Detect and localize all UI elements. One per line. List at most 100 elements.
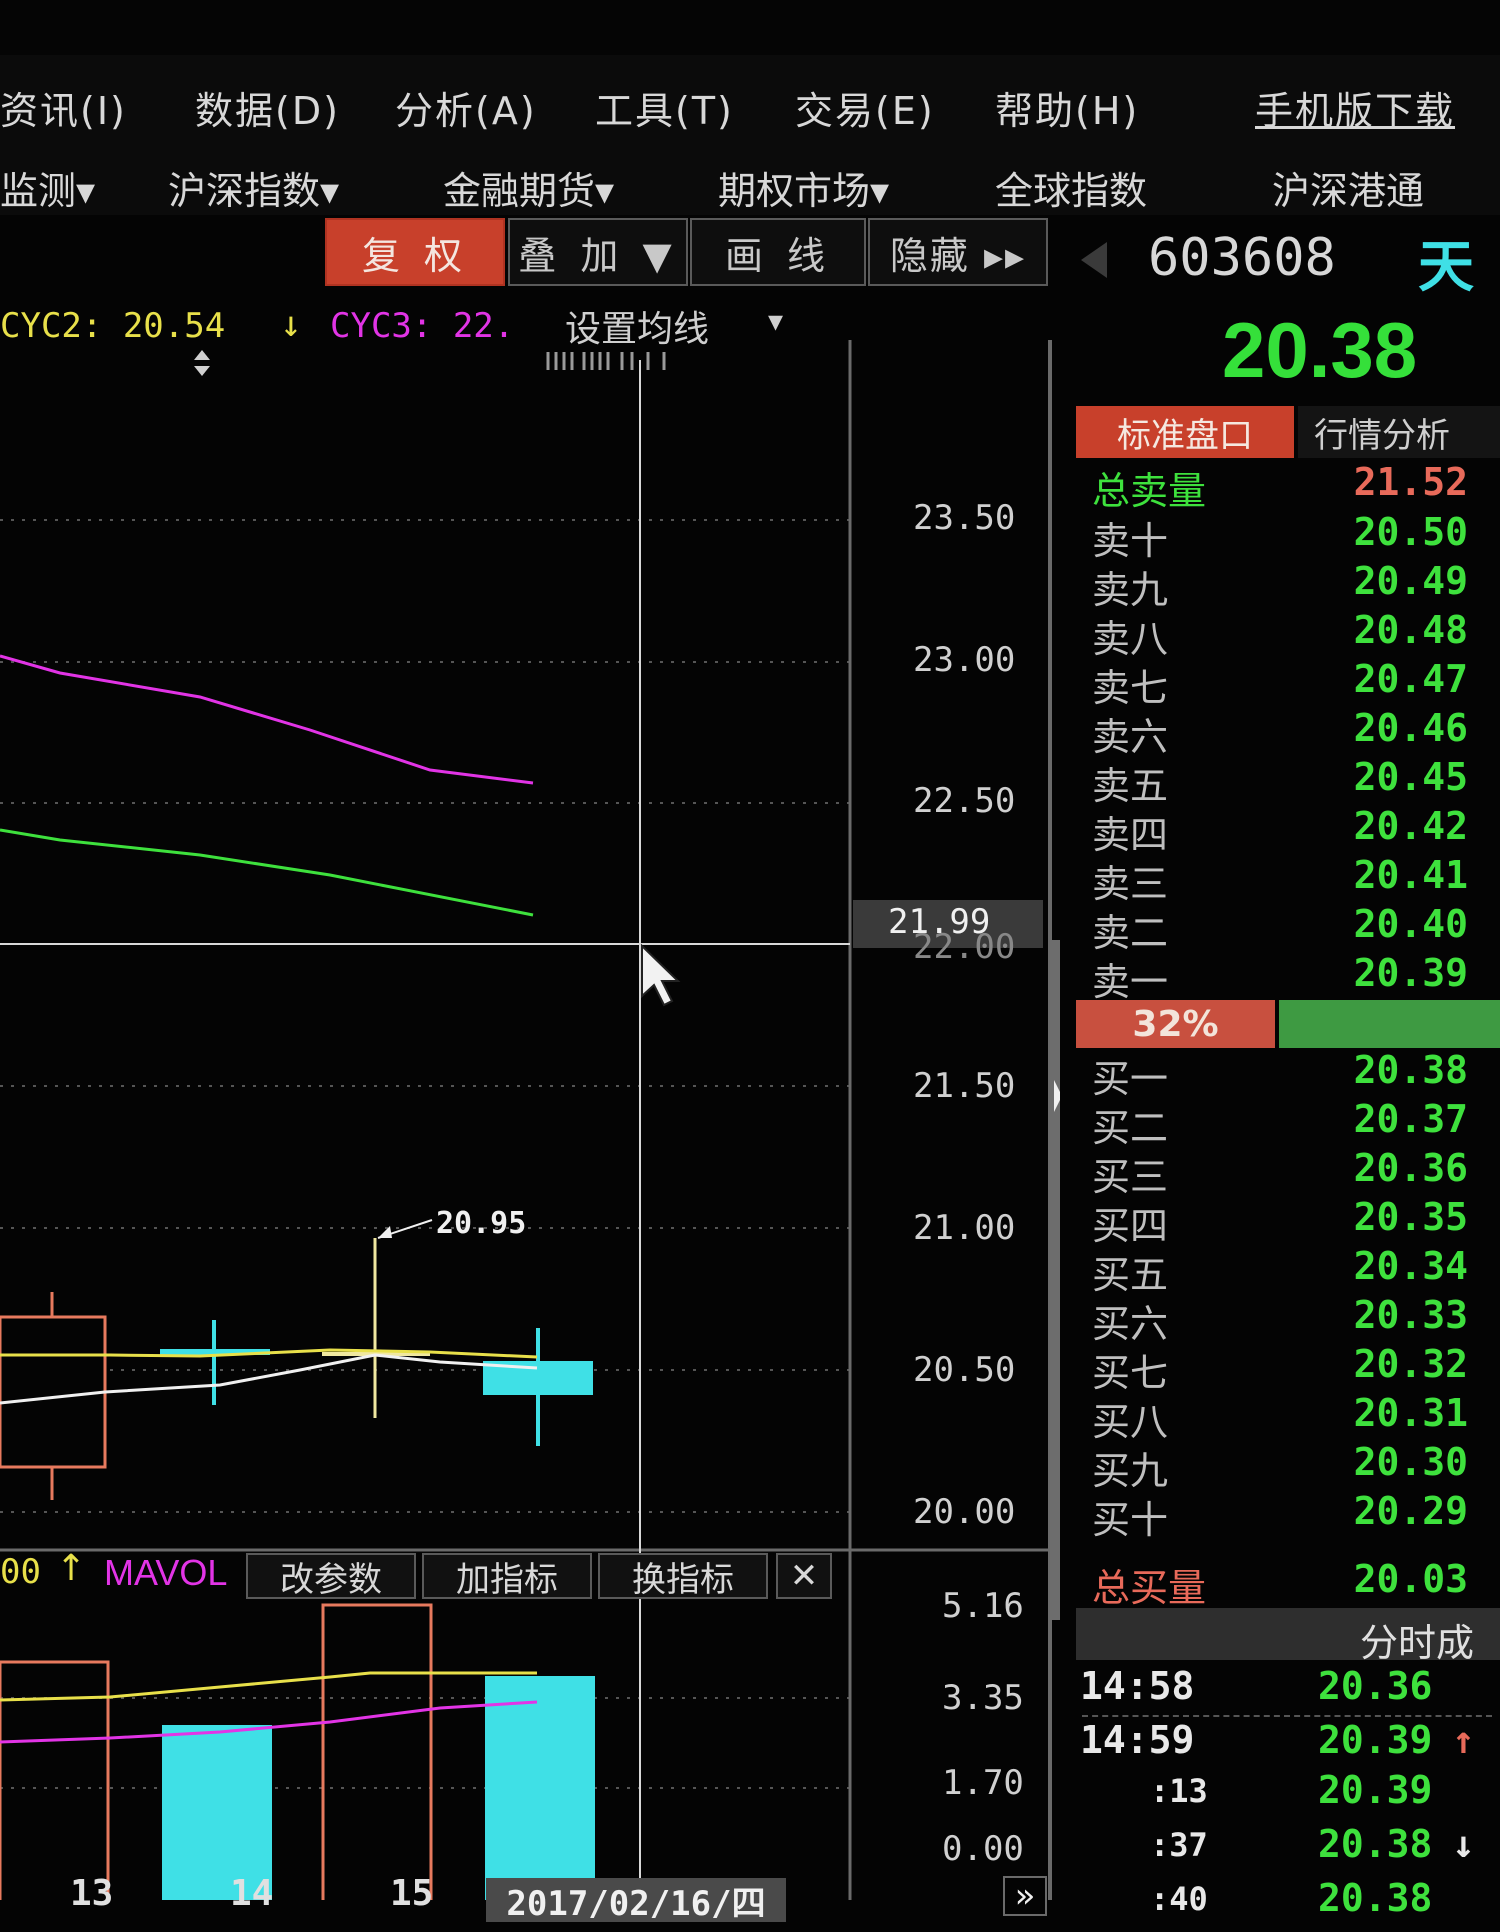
sell-price: 20.47 — [1353, 657, 1468, 701]
tick-price: 20.36 — [1318, 1664, 1433, 1708]
sell-label: 卖一 — [1092, 960, 1169, 1004]
sell-price: 20.45 — [1353, 755, 1468, 799]
sell-7-row[interactable]: 卖七 20.47 — [1092, 657, 1492, 710]
vol-up-arrow-icon: ↑ — [56, 1548, 87, 1589]
prev-stock-icon[interactable] — [1075, 238, 1111, 282]
sell-10-row[interactable]: 卖十 20.50 — [1092, 510, 1492, 563]
buy-label: 买九 — [1092, 1449, 1169, 1493]
tick-time: :37 — [1150, 1826, 1208, 1864]
sell-price: 20.42 — [1353, 804, 1468, 848]
orderbook-tabs: 标准盘口 行情分析 — [1076, 406, 1500, 458]
buy-1-row[interactable]: 买一 20.38 — [1092, 1048, 1492, 1101]
buy-6-row[interactable]: 买六 20.33 — [1092, 1293, 1492, 1346]
buy-4-row[interactable]: 买四 20.35 — [1092, 1195, 1492, 1248]
sell-3-row[interactable]: 卖三 20.41 — [1092, 853, 1492, 906]
buy-3-row[interactable]: 买三 20.36 — [1092, 1146, 1492, 1199]
fuquan-button[interactable]: 复 权 — [325, 218, 505, 286]
ratio-buy-fill — [1279, 1000, 1500, 1048]
buy-label: 买五 — [1092, 1253, 1169, 1297]
candle-16[interactable] — [483, 1328, 593, 1446]
submenu-options[interactable]: 期权市场▾ — [718, 160, 889, 215]
menu-info[interactable]: 资讯(I) — [0, 80, 127, 135]
tick-price: 20.38 — [1318, 1822, 1433, 1866]
tick-time: 14:58 — [1080, 1664, 1195, 1708]
tick-time: :40 — [1150, 1880, 1208, 1918]
submenu-futures[interactable]: 金融期货▾ — [443, 160, 614, 215]
menu-data[interactable]: 数据(D) — [195, 80, 340, 135]
sell-4-row[interactable]: 卖四 20.42 — [1092, 804, 1492, 857]
buy-2-row[interactable]: 买二 20.37 — [1092, 1097, 1492, 1150]
sell-6-row[interactable]: 卖六 20.46 — [1092, 706, 1492, 759]
candle-14[interactable] — [160, 1320, 270, 1405]
axis-vol-1-70: 1.70 — [942, 1763, 1024, 1803]
mobile-download-link[interactable]: 手机版下载 — [1255, 80, 1455, 135]
buy-price: 20.33 — [1353, 1293, 1468, 1337]
cyc3-line — [0, 654, 534, 785]
sell-9-row[interactable]: 卖九 20.49 — [1092, 559, 1492, 612]
buy-8-row[interactable]: 买八 20.31 — [1092, 1391, 1492, 1444]
set-ma-dropdown-icon[interactable]: ▾ — [768, 304, 783, 339]
tab-market-analysis[interactable]: 行情分析 — [1298, 406, 1500, 458]
total-sell-value: 21.52 — [1353, 460, 1468, 504]
buy-price: 20.36 — [1353, 1146, 1468, 1190]
sell-label: 卖二 — [1092, 911, 1169, 955]
tick-down-arrow-icon: ↓ — [1452, 1822, 1475, 1866]
axis-price-23-00: 23.00 — [913, 640, 1016, 680]
sell-8-row[interactable]: 卖八 20.48 — [1092, 608, 1492, 661]
submenu-hs-index[interactable]: 沪深指数▾ — [168, 160, 339, 215]
menu-help[interactable]: 帮助(H) — [995, 80, 1139, 135]
buy-10-row[interactable]: 买十 20.29 — [1092, 1489, 1492, 1542]
buy-label: 买六 — [1092, 1302, 1169, 1346]
total-sell-row: 总卖量 21.52 — [1092, 460, 1492, 513]
high-price-label: 20.95 — [436, 1206, 527, 1241]
buy-label: 买八 — [1092, 1400, 1169, 1444]
submenu-hk-connect[interactable]: 沪深港通 — [1272, 160, 1424, 215]
tick-row: 14:59 20.39 ↑ — [1080, 1718, 1500, 1770]
sell-2-row[interactable]: 卖二 20.40 — [1092, 902, 1492, 955]
sell-label: 卖五 — [1092, 764, 1169, 808]
tick-time: :13 — [1150, 1772, 1208, 1810]
add-indicator-button[interactable]: 加指标 — [422, 1553, 592, 1600]
crosshair-price-label: 21.99 — [888, 902, 991, 942]
hide-button[interactable]: 隐藏 ▸▸ — [868, 218, 1048, 286]
menu-tools[interactable]: 工具(T) — [595, 80, 734, 135]
buy-price: 20.32 — [1353, 1342, 1468, 1386]
buy-price: 20.37 — [1353, 1097, 1468, 1141]
buy-price: 20.29 — [1353, 1489, 1468, 1533]
sell-1-row[interactable]: 卖一 20.39 — [1092, 951, 1492, 1004]
buy-sell-ratio-bar: 32% — [1076, 1000, 1500, 1048]
tick-price: 20.39 — [1318, 1718, 1433, 1762]
submenu-global-index[interactable]: 全球指数 — [995, 160, 1147, 215]
overlay-button[interactable]: 叠 加 ▼ — [508, 218, 688, 286]
tab-standard-book[interactable]: 标准盘口 — [1076, 406, 1294, 458]
chart-scroll-ruler[interactable] — [545, 352, 666, 372]
ticks-header: 分时成 — [1360, 1621, 1475, 1665]
buy-5-row[interactable]: 买五 20.34 — [1092, 1244, 1492, 1297]
axis-date-14: 14 — [230, 1873, 274, 1914]
close-indicator-button[interactable]: ✕ — [776, 1553, 832, 1599]
tick-up-arrow-icon: ↑ — [1452, 1718, 1475, 1762]
current-price: 20.38 — [1222, 306, 1418, 394]
buy-7-row[interactable]: 买七 20.32 — [1092, 1342, 1492, 1395]
vol-ma-value: 00 — [0, 1552, 41, 1592]
menu-trade[interactable]: 交易(E) — [795, 80, 935, 135]
buy-price: 20.38 — [1353, 1048, 1468, 1092]
total-buy-row: 总买量 20.03 — [1092, 1557, 1492, 1610]
switch-indicator-button[interactable]: 换指标 — [598, 1553, 768, 1600]
edit-params-button[interactable]: 改参数 — [246, 1553, 416, 1600]
submenu-monitor[interactable]: 监测▾ — [0, 160, 95, 215]
sell-price: 20.49 — [1353, 559, 1468, 603]
vol-bar-16[interactable] — [485, 1676, 595, 1900]
total-buy-label: 总买量 — [1092, 1566, 1207, 1610]
sell-5-row[interactable]: 卖五 20.45 — [1092, 755, 1492, 808]
draw-line-button[interactable]: 画 线 — [690, 218, 866, 286]
candle-15[interactable] — [322, 1238, 430, 1418]
axis-vol-3-35: 3.35 — [942, 1678, 1024, 1718]
menu-analysis[interactable]: 分析(A) — [395, 80, 537, 135]
axis-price-23-50: 23.50 — [913, 498, 1016, 538]
sell-price: 20.40 — [1353, 902, 1468, 946]
date-next-button[interactable]: » — [1003, 1876, 1047, 1916]
kline-chart[interactable] — [0, 340, 1060, 1900]
buy-9-row[interactable]: 买九 20.30 — [1092, 1440, 1492, 1493]
vol-bar-15[interactable] — [321, 1603, 433, 1900]
